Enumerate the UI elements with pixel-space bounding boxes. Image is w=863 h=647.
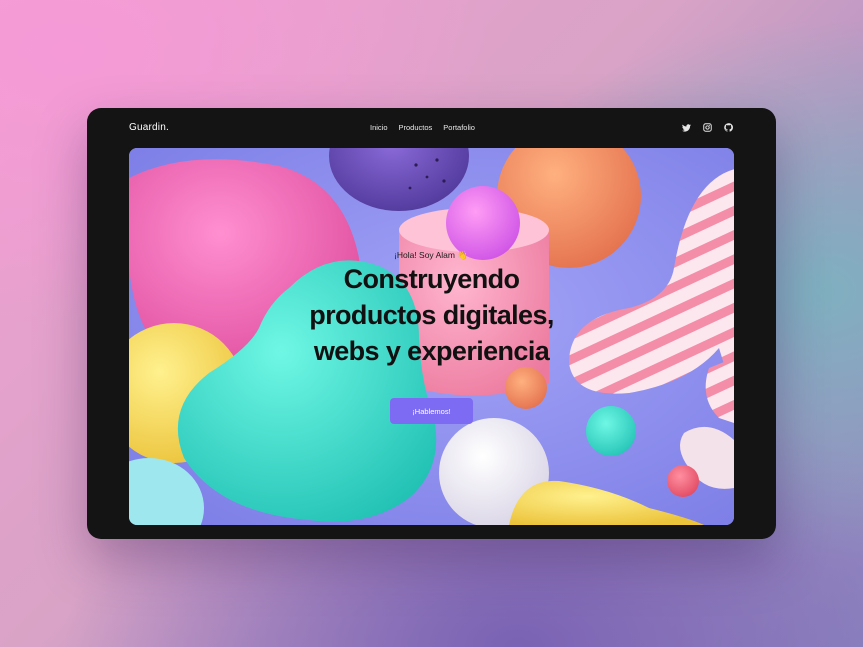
headline-line-1: Construyendo — [343, 264, 520, 294]
nav-item-portafolio[interactable]: Portafolio — [443, 123, 475, 132]
brand-logo[interactable]: Guardin. — [129, 122, 169, 133]
headline-line-3: webs y experiencia — [313, 336, 550, 366]
main-nav: Inicio Productos Portafolio — [370, 123, 475, 132]
browser-frame: Guardin. Inicio Productos Portafolio ¡Ho… — [87, 108, 776, 539]
github-icon[interactable] — [723, 122, 734, 133]
hero-headline: Construyendo productos digitales, webs y… — [279, 261, 584, 369]
nav-item-productos[interactable]: Productos — [399, 123, 433, 132]
social-links — [681, 122, 734, 133]
nav-item-inicio[interactable]: Inicio — [370, 123, 388, 132]
instagram-icon[interactable] — [702, 122, 713, 133]
contact-button[interactable]: ¡Hablemos! — [390, 398, 473, 424]
hero-section: ¡Hola! Soy Alam 👋 Construyendo productos… — [129, 148, 734, 525]
headline-line-2: productos digitales, — [309, 300, 554, 330]
hero-greeting: ¡Hola! Soy Alam 👋 — [394, 250, 468, 260]
twitter-icon[interactable] — [681, 122, 692, 133]
